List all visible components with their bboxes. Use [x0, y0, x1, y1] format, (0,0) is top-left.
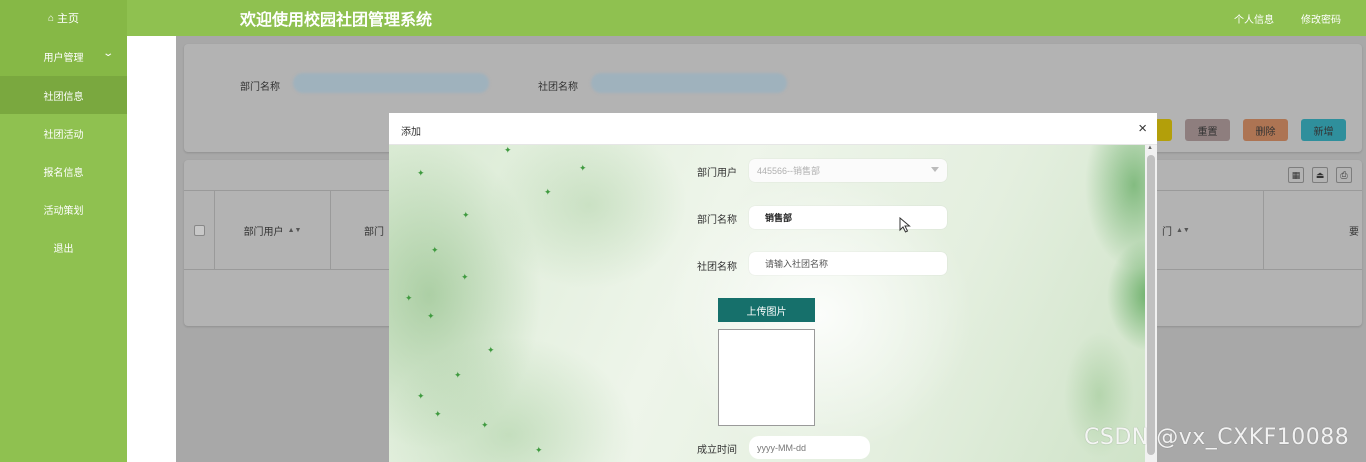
column-header-partial[interactable]: 门 ▲▼: [1154, 191, 1264, 270]
founded-date-label: 成立时间: [697, 445, 737, 456]
delete-button[interactable]: 删除: [1243, 119, 1288, 141]
sparkle-decoration: ✦: [579, 163, 587, 173]
sparkle-decoration: ✦: [434, 409, 442, 419]
sparkle-decoration: ✦: [427, 311, 435, 321]
sort-icon: ▲▼: [287, 227, 302, 234]
sidebar-item-logout[interactable]: 退出: [0, 228, 127, 266]
sidebar-item-label: 活动策划: [43, 205, 84, 217]
sidebar-item-registration-info[interactable]: 报名信息: [0, 152, 127, 190]
column-header-dept-user[interactable]: 部门用户 ▲▼: [215, 191, 331, 270]
dept-name-value: 销售部: [765, 213, 793, 223]
club-name-label: 社团名称: [697, 262, 737, 273]
image-preview: [718, 329, 815, 426]
dialog-header: 添加 ×: [389, 113, 1157, 145]
search-dept-name-input[interactable]: [293, 73, 489, 93]
column-header-label: 门: [1162, 227, 1172, 238]
founded-date-input[interactable]: yyyy-MM-dd: [749, 436, 870, 459]
add-button[interactable]: 新增: [1301, 119, 1346, 141]
sparkle-decoration: ✦: [454, 370, 462, 380]
close-icon[interactable]: ×: [1138, 120, 1147, 137]
sparkle-decoration: ✦: [417, 168, 425, 178]
column-header-label: 部门用户: [243, 227, 284, 238]
home-label: 主页: [57, 13, 80, 25]
dialog-title: 添加: [401, 127, 421, 138]
sidebar-item-user-management[interactable]: 用户管理 ⌄: [0, 36, 127, 76]
sparkle-decoration: ✦: [535, 445, 543, 455]
column-header-partial-right[interactable]: 要: [1264, 191, 1362, 270]
sparkle-decoration: ✦: [461, 272, 469, 282]
dept-user-label: 部门用户: [697, 168, 737, 179]
search-dept-name-label: 部门名称: [240, 82, 280, 93]
select-all-checkbox[interactable]: [193, 225, 205, 236]
sparkle-decoration: ✦: [431, 245, 439, 255]
upload-image-button[interactable]: 上传图片: [718, 298, 815, 322]
column-header-dept[interactable]: 部门: [331, 191, 391, 270]
sparkle-decoration: ✦: [487, 345, 495, 355]
sidebar-item-label: 社团信息: [43, 91, 84, 103]
search-club-name-input[interactable]: [591, 73, 787, 93]
dialog-body: ✦ ✦ ✦ ✦ ✦ ✦ ✦ ✦ ✦ ✦ ✦ ✦ ✦ ✦ ✦ 部门用户 44556…: [389, 145, 1145, 462]
club-name-input[interactable]: 请输入社团名称: [749, 252, 947, 275]
club-name-placeholder: 请输入社团名称: [765, 259, 829, 269]
chevron-down-icon: ⌄: [101, 48, 114, 59]
select-all-cell: [184, 191, 215, 270]
columns-icon[interactable]: ▦: [1288, 167, 1304, 183]
sidebar-item-club-info[interactable]: 社团信息: [0, 76, 127, 114]
mouse-cursor-icon: [899, 217, 911, 233]
dept-name-input[interactable]: 销售部: [749, 206, 947, 229]
sparkle-decoration: ✦: [544, 187, 552, 197]
sidebar-item-label: 用户管理: [43, 52, 84, 64]
change-password-link[interactable]: 修改密码: [1301, 11, 1341, 26]
home-icon: ⌂: [47, 12, 55, 24]
column-header-label: 要: [1349, 227, 1359, 238]
dept-user-value: 445566--销售部: [757, 166, 821, 176]
sparkle-decoration: ✦: [405, 293, 413, 303]
top-bar: ⌂ 主页 欢迎使用校园社团管理系统 个人信息 修改密码: [0, 0, 1366, 36]
founded-date-placeholder: yyyy-MM-dd: [757, 442, 806, 453]
search-button[interactable]: [1155, 119, 1172, 141]
sidebar-item-label: 报名信息: [43, 167, 84, 179]
print-icon[interactable]: ⎙: [1336, 167, 1352, 183]
export-icon[interactable]: ⏏: [1312, 167, 1328, 183]
add-dialog: 添加 × ✦ ✦ ✦ ✦ ✦ ✦ ✦ ✦ ✦ ✦ ✦ ✦ ✦ ✦ ✦ 部门用户 …: [389, 113, 1157, 462]
system-title: 欢迎使用校园社团管理系统: [240, 12, 433, 29]
scroll-up-icon[interactable]: ▲: [1147, 145, 1153, 151]
sidebar-item-activity-planning[interactable]: 活动策划: [0, 190, 127, 228]
column-header-label: 部门: [364, 227, 384, 238]
watermark: CSDN @vx_CXKF10088: [1084, 425, 1350, 450]
home-link[interactable]: ⌂ 主页: [0, 0, 127, 36]
sparkle-decoration: ✦: [481, 420, 489, 430]
profile-link[interactable]: 个人信息: [1234, 11, 1274, 26]
sidebar-item-label: 退出: [53, 243, 74, 255]
dept-name-label: 部门名称: [697, 215, 737, 226]
sort-icon: ▲▼: [1176, 227, 1190, 234]
sidebar: 用户管理 ⌄ 社团信息 社团活动 报名信息 活动策划 退出: [0, 36, 127, 462]
sidebar-item-club-activities[interactable]: 社团活动: [0, 114, 127, 152]
dept-user-select[interactable]: 445566--销售部: [749, 159, 947, 182]
dialog-scrollbar[interactable]: ▲: [1145, 145, 1157, 462]
caret-down-icon: [931, 167, 939, 172]
reset-button[interactable]: 重置: [1185, 119, 1230, 141]
sidebar-item-label: 社团活动: [43, 129, 84, 141]
search-club-name-label: 社团名称: [538, 82, 578, 93]
sparkle-decoration: ✦: [504, 145, 512, 155]
sparkle-decoration: ✦: [462, 210, 470, 220]
sparkle-decoration: ✦: [417, 391, 425, 401]
scrollbar-thumb[interactable]: [1147, 155, 1155, 455]
